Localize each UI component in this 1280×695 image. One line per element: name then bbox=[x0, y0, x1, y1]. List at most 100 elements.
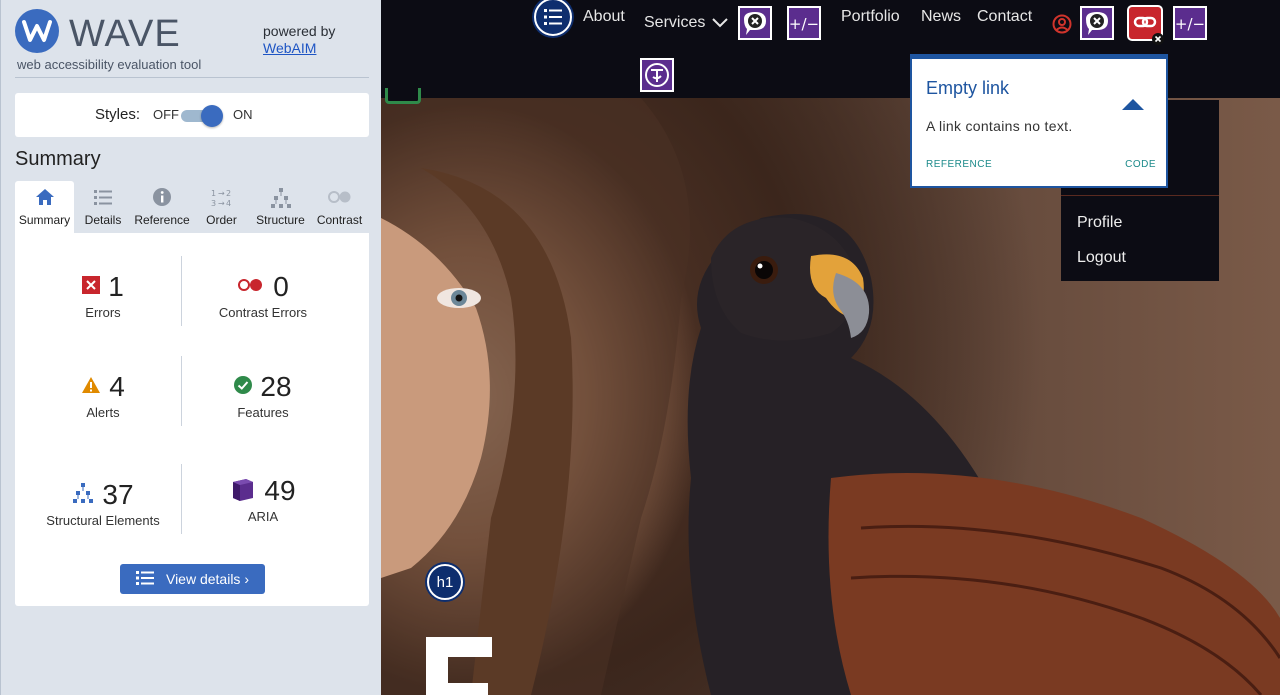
heading-h1-badge[interactable]: h1 bbox=[427, 564, 463, 600]
list-icon bbox=[74, 187, 132, 211]
aria-tabindex-icon[interactable] bbox=[638, 56, 676, 94]
tab-structure[interactable]: Structure bbox=[251, 181, 310, 233]
svg-text:+/−: +/− bbox=[1175, 15, 1205, 33]
panel-tabs: Summary Details Reference 1 → 2 3 → 4 Order bbox=[15, 181, 369, 233]
structure-icon bbox=[251, 187, 310, 211]
dropdown-logout[interactable]: Logout bbox=[1077, 249, 1126, 267]
svg-text:3: 3 bbox=[211, 199, 216, 208]
user-icon[interactable] bbox=[1052, 14, 1072, 39]
powered-by-text: powered by bbox=[263, 23, 336, 39]
summary-panel: Summary Details Reference 1 → 2 3 → 4 Order bbox=[15, 181, 369, 606]
summary-heading: Summary bbox=[15, 148, 101, 170]
webaim-link[interactable]: WebAIM bbox=[263, 40, 335, 57]
alerts-count: 4 bbox=[109, 371, 125, 402]
errors-label: Errors bbox=[85, 305, 121, 320]
tab-label: Structure bbox=[256, 213, 305, 227]
svg-text:4: 4 bbox=[226, 199, 231, 208]
aria-hidden-icon[interactable] bbox=[736, 4, 774, 42]
stat-divider bbox=[181, 256, 182, 326]
structural-label: Structural Elements bbox=[46, 513, 160, 528]
features-count: 28 bbox=[260, 371, 292, 402]
stat-aria[interactable]: 49 ARIA bbox=[213, 475, 313, 524]
aria-count: 49 bbox=[264, 475, 296, 506]
dropdown-separator bbox=[1061, 195, 1219, 196]
aria-expanded-icon[interactable]: +/− bbox=[1171, 4, 1209, 42]
list-icon bbox=[135, 570, 154, 589]
tooltip-description: A link contains no text. bbox=[926, 118, 1073, 134]
stat-divider bbox=[181, 356, 182, 426]
styles-on-label: ON bbox=[233, 107, 253, 122]
tab-label: Summary bbox=[18, 213, 71, 227]
aria-cube-icon bbox=[230, 476, 256, 507]
nav-portfolio[interactable]: Portfolio bbox=[841, 8, 900, 26]
feature-check-icon bbox=[234, 375, 253, 399]
wave-brand: WAVE web accessibility evaluation tool p… bbox=[15, 9, 369, 78]
styles-off-label: OFF bbox=[153, 107, 179, 122]
empty-link-error-icon[interactable] bbox=[1126, 4, 1164, 45]
tab-label: Reference bbox=[134, 213, 190, 227]
tab-label: Order bbox=[206, 213, 237, 227]
svg-text:1: 1 bbox=[211, 189, 216, 198]
stat-features[interactable]: 28 Features bbox=[203, 371, 323, 420]
tab-label: Contrast bbox=[316, 213, 363, 227]
features-label: Features bbox=[237, 405, 289, 420]
tab-label: Details bbox=[84, 213, 122, 227]
tooltip-code-link[interactable]: CODE bbox=[1125, 159, 1156, 170]
errors-count: 1 bbox=[108, 271, 124, 302]
structural-count: 37 bbox=[102, 479, 134, 510]
tab-reference[interactable]: Reference bbox=[132, 181, 192, 233]
tooltip-title: Empty link bbox=[926, 78, 1010, 98]
alerts-label: Alerts bbox=[86, 405, 120, 420]
nav-news[interactable]: News bbox=[921, 8, 961, 26]
website-viewport: About Services +/− Portfolio News Contac… bbox=[381, 0, 1280, 695]
stat-divider bbox=[181, 464, 182, 534]
contrast-errors-label: Contrast Errors bbox=[218, 305, 308, 320]
dropdown-profile[interactable]: Profile bbox=[1077, 214, 1122, 232]
styles-label: Styles: bbox=[95, 106, 141, 123]
tab-summary[interactable]: Summary bbox=[15, 181, 74, 233]
contrast-error-icon bbox=[237, 277, 265, 298]
styles-toggle-box: Styles: OFF ON bbox=[15, 93, 369, 137]
home-icon bbox=[15, 187, 74, 211]
view-details-label: View details › bbox=[165, 571, 249, 587]
svg-text:→: → bbox=[218, 189, 225, 198]
aria-hidden-icon[interactable] bbox=[1078, 4, 1116, 42]
nav-contact[interactable]: Contact bbox=[977, 8, 1032, 26]
chevron-down-icon[interactable] bbox=[711, 16, 729, 35]
nav-about[interactable]: About bbox=[583, 8, 625, 26]
contrast-errors-count: 0 bbox=[273, 271, 289, 302]
wave-tagline: web accessibility evaluation tool bbox=[17, 57, 202, 72]
error-icon bbox=[82, 275, 101, 299]
empty-link-tooltip: Empty link A link contains no text. REFE… bbox=[910, 54, 1168, 188]
wave-title: WAVE bbox=[69, 13, 181, 55]
structure-elements-icon bbox=[72, 482, 94, 508]
tab-details[interactable]: Details bbox=[74, 181, 132, 233]
stat-contrast-errors[interactable]: 0 Contrast Errors bbox=[203, 271, 323, 320]
wave-logo-icon bbox=[15, 9, 59, 53]
tab-contrast[interactable]: Contrast bbox=[310, 181, 369, 233]
wave-sidebar: WAVE web accessibility evaluation tool p… bbox=[0, 0, 381, 695]
contrast-icon bbox=[310, 187, 369, 211]
svg-text:→: → bbox=[218, 199, 225, 208]
alert-icon bbox=[81, 376, 101, 399]
stat-errors[interactable]: 1 Errors bbox=[51, 271, 155, 320]
nav-services[interactable]: Services bbox=[644, 14, 705, 32]
stat-structural[interactable]: 37 Structural Elements bbox=[35, 479, 171, 528]
caret-up-icon[interactable] bbox=[1121, 97, 1145, 116]
svg-text:2: 2 bbox=[226, 189, 231, 198]
stat-alerts[interactable]: 4 Alerts bbox=[51, 371, 155, 420]
tooltip-reference-link[interactable]: REFERENCE bbox=[926, 159, 992, 170]
svg-text:+/−: +/− bbox=[789, 15, 819, 33]
tab-order[interactable]: 1 → 2 3 → 4 Order bbox=[192, 181, 251, 233]
toggle-knob bbox=[201, 105, 223, 127]
styles-toggle[interactable] bbox=[181, 105, 223, 127]
wave-list-icon[interactable] bbox=[534, 0, 572, 36]
powered-by: powered by WebAIM bbox=[263, 23, 335, 57]
aria-label: ARIA bbox=[247, 509, 279, 524]
hero-heading-letter bbox=[426, 637, 492, 695]
order-icon: 1 → 2 3 → 4 bbox=[192, 187, 251, 211]
aria-expanded-icon[interactable]: +/− bbox=[785, 4, 823, 42]
feature-badge-icon[interactable] bbox=[385, 88, 421, 104]
info-icon bbox=[132, 187, 192, 211]
view-details-button[interactable]: View details › bbox=[120, 564, 265, 594]
